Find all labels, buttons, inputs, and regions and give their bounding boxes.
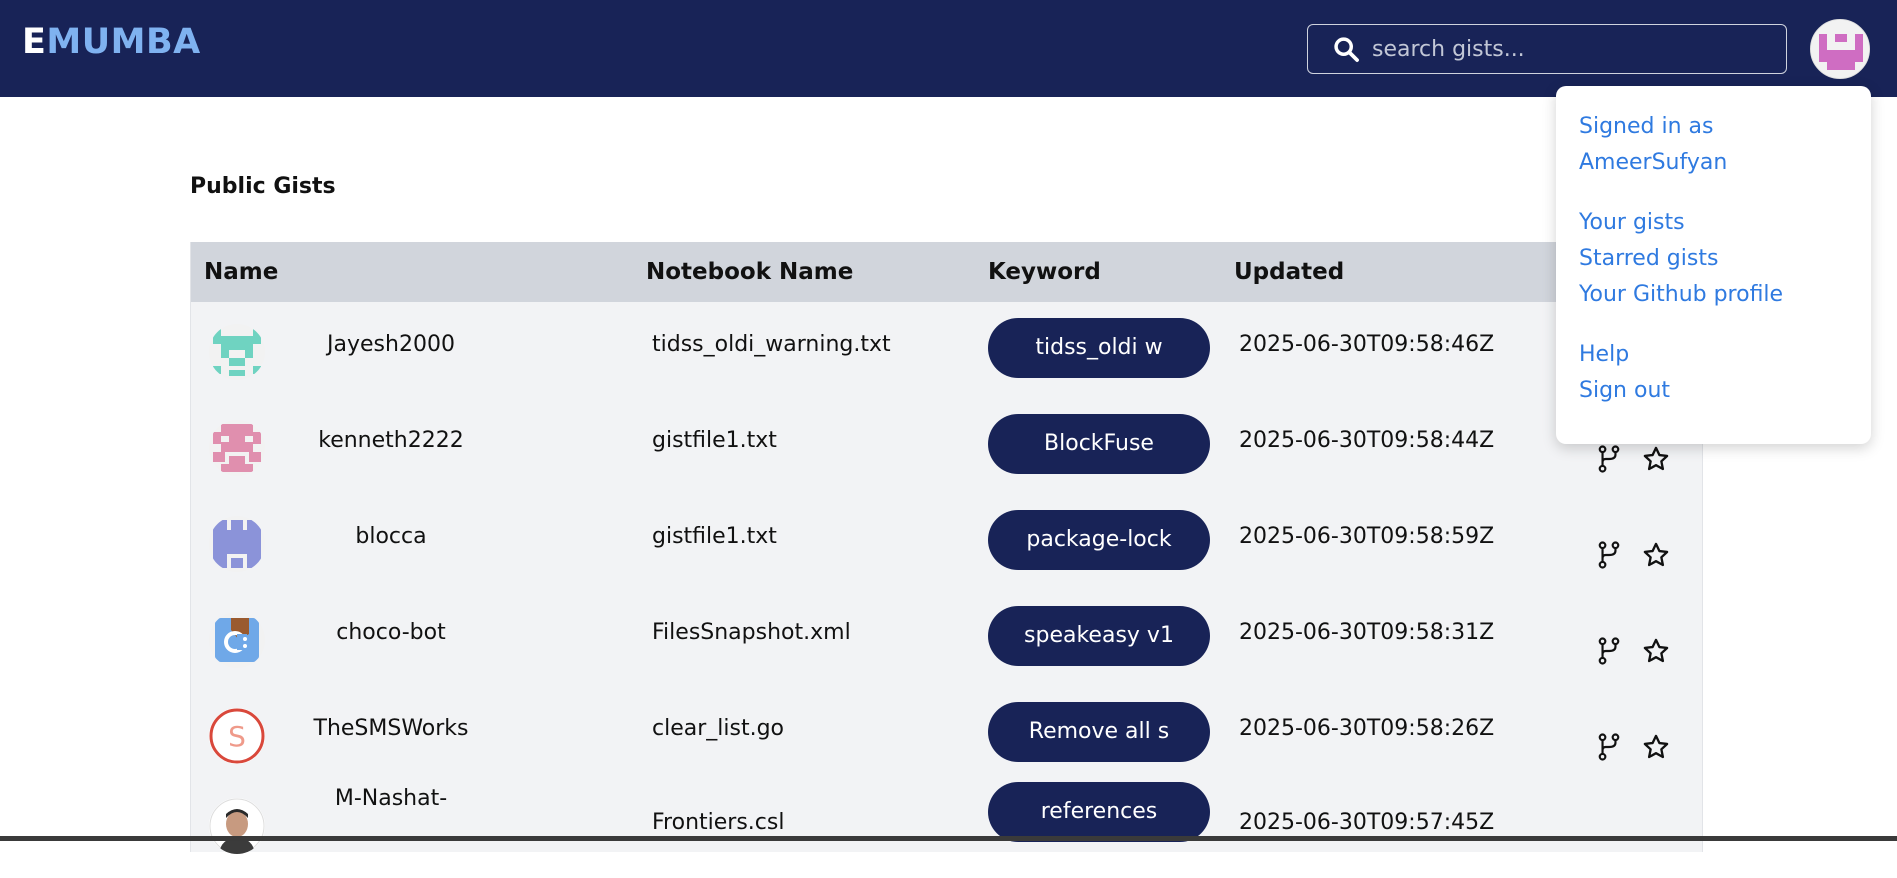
- logo[interactable]: EMUMBA: [22, 22, 201, 62]
- fork-icon[interactable]: [1596, 541, 1622, 569]
- table-row[interactable]: Jayesh2000 tidss_oldi_warning.txt tidss_…: [191, 302, 1704, 398]
- table-row[interactable]: M-Nashat- Frontiers.csl references 2025-…: [191, 782, 1704, 878]
- bottom-edge-bar: [0, 836, 1897, 841]
- updated-timestamp: 2025-06-30T09:58:31Z: [1239, 620, 1495, 645]
- avatar[interactable]: [209, 420, 265, 476]
- star-icon[interactable]: [1642, 445, 1670, 473]
- notebook-name[interactable]: clear_list.go: [652, 716, 784, 741]
- gist-owner-name[interactable]: kenneth2222: [281, 428, 501, 453]
- logo-part-2: MUMBA: [46, 22, 201, 62]
- avatar[interactable]: [209, 798, 265, 854]
- notebook-name[interactable]: FilesSnapshot.xml: [652, 620, 851, 645]
- star-icon[interactable]: [1642, 733, 1670, 761]
- table-row[interactable]: kenneth2222 gistfile1.txt BlockFuse 2025…: [191, 398, 1704, 494]
- search-box[interactable]: [1307, 24, 1787, 74]
- signed-in-label: Signed in as: [1579, 114, 1714, 139]
- fork-icon[interactable]: [1596, 637, 1622, 665]
- notebook-name[interactable]: Frontiers.csl: [652, 810, 784, 835]
- updated-timestamp: 2025-06-30T09:58:46Z: [1239, 332, 1495, 357]
- keyword-badge[interactable]: Remove all s: [988, 702, 1210, 762]
- user-avatar-identicon: [1811, 20, 1869, 78]
- table-header: Name Notebook Name Keyword Updated: [191, 242, 1704, 302]
- menu-item-your-gists[interactable]: Your gists: [1579, 210, 1685, 235]
- avatar[interactable]: S: [209, 708, 265, 764]
- avatar[interactable]: [209, 516, 265, 572]
- page-title: Public Gists: [190, 174, 336, 199]
- menu-item-starred-gists[interactable]: Starred gists: [1579, 246, 1718, 271]
- top-navbar: EMUMBA: [0, 0, 1897, 97]
- star-icon[interactable]: [1642, 541, 1670, 569]
- signed-in-username[interactable]: AmeerSufyan: [1579, 150, 1727, 175]
- keyword-badge[interactable]: tidss_oldi w: [988, 318, 1210, 378]
- search-icon: [1334, 37, 1359, 62]
- updated-timestamp: 2025-06-30T09:58:44Z: [1239, 428, 1495, 453]
- menu-item-sign-out[interactable]: Sign out: [1579, 378, 1670, 403]
- column-header-updated: Updated: [1234, 259, 1345, 285]
- gist-owner-name[interactable]: Jayesh2000: [281, 332, 501, 357]
- notebook-name[interactable]: gistfile1.txt: [652, 428, 777, 453]
- svg-text:S: S: [228, 720, 246, 753]
- gist-owner-name[interactable]: choco-bot: [281, 620, 501, 645]
- keyword-badge[interactable]: package-lock: [988, 510, 1210, 570]
- keyword-badge[interactable]: references: [988, 782, 1210, 842]
- column-header-keyword: Keyword: [988, 259, 1101, 285]
- gist-owner-name[interactable]: blocca: [281, 524, 501, 549]
- keyword-badge[interactable]: speakeasy v1: [988, 606, 1210, 666]
- fork-icon[interactable]: [1596, 733, 1622, 761]
- gist-owner-name[interactable]: TheSMSWorks: [281, 716, 501, 741]
- table-row[interactable]: S TheSMSWorks clear_list.go Remove all s…: [191, 686, 1704, 782]
- updated-timestamp: 2025-06-30T09:58:26Z: [1239, 716, 1495, 741]
- column-header-name: Name: [204, 259, 279, 285]
- keyword-badge[interactable]: BlockFuse: [988, 414, 1210, 474]
- logo-part-1: E: [22, 22, 47, 62]
- avatar[interactable]: [209, 612, 265, 668]
- gists-table: Name Notebook Name Keyword Updated Jayes…: [190, 242, 1704, 854]
- user-dropdown-menu: Signed in as AmeerSufyan Your gists Star…: [1556, 86, 1871, 444]
- fork-icon[interactable]: [1596, 445, 1622, 473]
- column-header-notebook: Notebook Name: [646, 259, 854, 285]
- notebook-name[interactable]: gistfile1.txt: [652, 524, 777, 549]
- menu-item-help[interactable]: Help: [1579, 342, 1629, 367]
- gist-owner-name[interactable]: M-Nashat-: [281, 786, 501, 811]
- updated-timestamp: 2025-06-30T09:57:45Z: [1239, 810, 1495, 835]
- search-input[interactable]: [1372, 36, 1772, 62]
- menu-item-github-profile[interactable]: Your Github profile: [1579, 282, 1783, 307]
- table-row[interactable]: choco-bot FilesSnapshot.xml speakeasy v1…: [191, 590, 1704, 686]
- table-row[interactable]: blocca gistfile1.txt package-lock 2025-0…: [191, 494, 1704, 590]
- star-icon[interactable]: [1642, 637, 1670, 665]
- user-avatar-button[interactable]: [1810, 19, 1870, 79]
- avatar[interactable]: [209, 324, 265, 380]
- notebook-name[interactable]: tidss_oldi_warning.txt: [652, 332, 891, 357]
- updated-timestamp: 2025-06-30T09:58:59Z: [1239, 524, 1495, 549]
